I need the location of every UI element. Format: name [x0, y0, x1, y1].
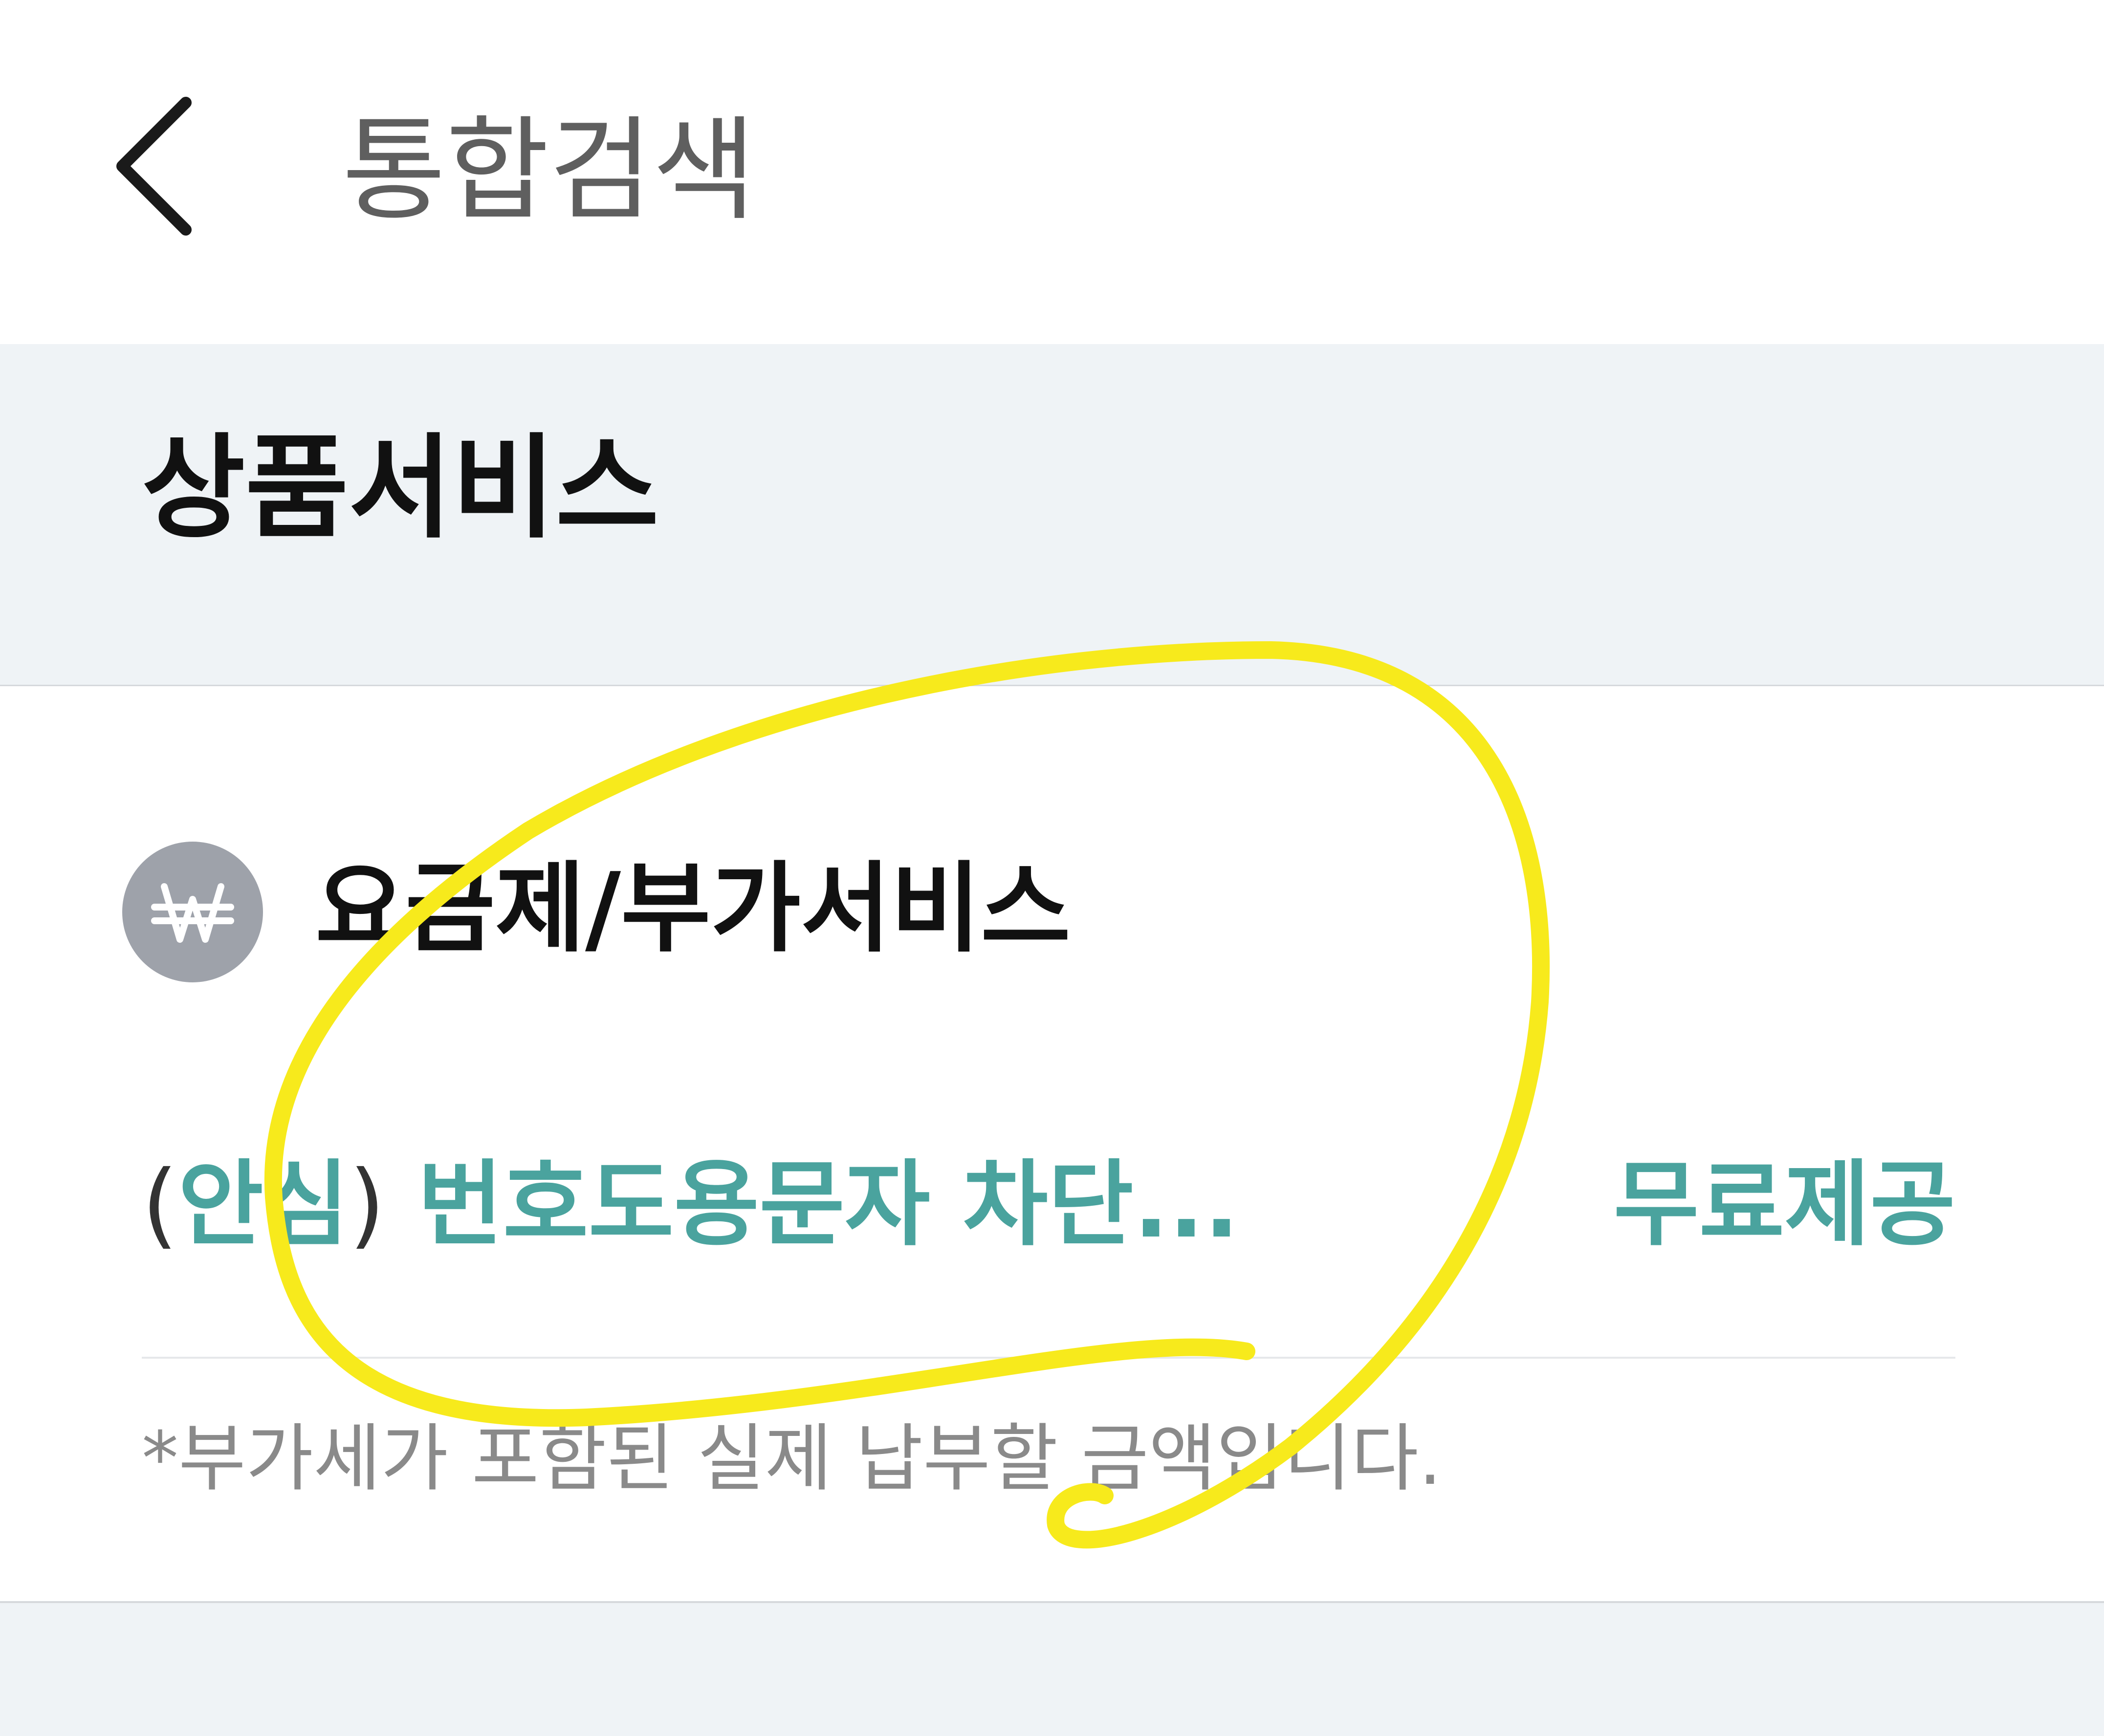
service-name-paren-close: )	[349, 1150, 385, 1259]
section-title: 상품서비스	[142, 423, 659, 554]
bottom-section	[0, 1603, 2104, 1736]
service-name[interactable]: (안심) 번호도용문자 차단...	[142, 1149, 1239, 1261]
category-title: 요금제/부가서비스	[315, 852, 1071, 966]
service-result-row[interactable]: (안심) 번호도용문자 차단... 무료제공	[142, 1124, 1955, 1359]
chevron-left-icon	[116, 97, 192, 236]
service-name-paren-open: (	[142, 1150, 178, 1259]
service-price: 무료제공	[1613, 1150, 1955, 1259]
header-bar: 통합검색	[0, 0, 2104, 344]
won-currency-icon	[122, 842, 263, 982]
vat-note: *부가세가 포함된 실제 납부할 금액입니다.	[142, 1416, 1442, 1501]
service-name-rest: 번호도용문자 차단...	[385, 1150, 1240, 1259]
service-name-prefix: 안심	[178, 1150, 349, 1259]
page-title: 통합검색	[342, 106, 756, 236]
back-button[interactable]	[98, 88, 225, 244]
